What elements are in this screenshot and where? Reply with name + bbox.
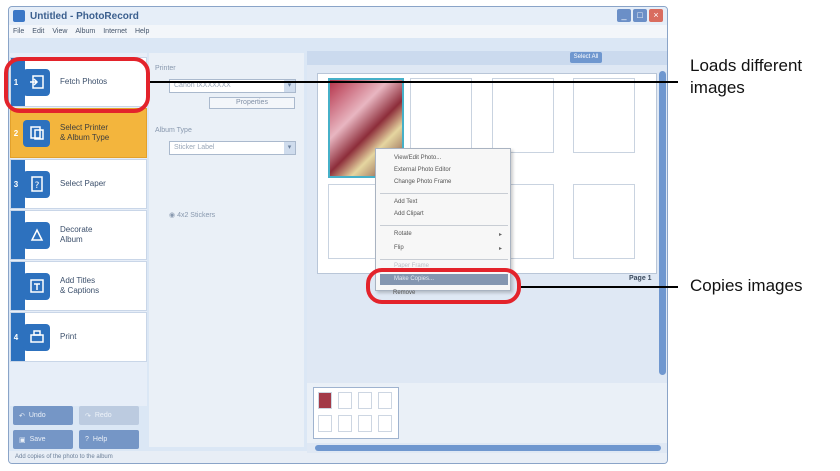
callout-circle-make-copies (366, 268, 521, 304)
ctx-external-photo-editor[interactable]: External Photo Editor (394, 167, 451, 173)
titles-icon (23, 272, 50, 300)
step-label: Add Titles & Captions (60, 276, 100, 295)
album-type-label: Album Type (155, 127, 192, 134)
mini-cell (338, 415, 352, 432)
vertical-scrollbar[interactable] (657, 65, 667, 383)
ctx-flip[interactable]: Flip (394, 245, 404, 251)
save-icon: ▣ (19, 436, 26, 444)
undo-button[interactable]: ↶ Undo (13, 406, 73, 425)
menu-internet[interactable]: Internet (103, 28, 127, 35)
ctx-view-edit-photo[interactable]: View/Edit Photo... (394, 155, 441, 161)
undo-label: Undo (28, 412, 46, 419)
page-toolbar: Select All (307, 51, 667, 65)
svg-text:?: ? (34, 181, 39, 191)
photo-slot[interactable] (573, 184, 635, 259)
photo-slot[interactable] (410, 78, 472, 153)
mini-cell (338, 392, 352, 409)
menu-help[interactable]: Help (135, 28, 149, 35)
photo-slot[interactable] (573, 78, 635, 153)
step-label: Select Printer & Album Type (60, 123, 110, 142)
photo-slot[interactable] (492, 78, 554, 153)
menu-separator (380, 259, 508, 260)
window-controls: _ □ × (617, 9, 663, 22)
mini-cell (378, 415, 392, 432)
help-label: Help (92, 436, 108, 443)
menu-separator (380, 225, 508, 226)
menu-edit[interactable]: Edit (32, 28, 44, 35)
menu-bar: File Edit View Album Internet Help (9, 25, 667, 38)
redo-button[interactable]: ↷ Redo (79, 406, 139, 425)
close-icon[interactable]: × (649, 9, 663, 22)
bottom-buttons: ↶ Undo ↷ Redo ▣ Save ? Help (13, 406, 143, 452)
redo-label: Redo (94, 412, 112, 419)
step-add-titles[interactable]: Add Titles & Captions (10, 261, 147, 311)
step-label: Print (60, 332, 77, 341)
album-type-select[interactable]: Sticker Label ▾ (169, 141, 296, 155)
print-icon (23, 323, 50, 351)
save-button[interactable]: ▣ Save (13, 430, 73, 449)
step-number: 2 (13, 128, 19, 138)
ctx-change-photo-frame[interactable]: Change Photo Frame (394, 179, 451, 185)
properties-button[interactable]: Properties (209, 97, 295, 109)
menu-separator (380, 193, 508, 194)
step-select-paper[interactable]: 3 ? Select Paper (10, 159, 147, 209)
printer-label: Printer (155, 65, 176, 72)
callout-copies-images: Copies images (690, 276, 803, 295)
mini-photo (318, 392, 332, 409)
stickers-option[interactable]: ◉ 4x2 Stickers (169, 211, 215, 219)
ctx-rotate[interactable]: Rotate (394, 231, 412, 237)
help-icon: ? (85, 436, 89, 443)
mini-cell (358, 392, 372, 409)
ctx-add-text[interactable]: Add Text (394, 199, 417, 205)
title-bar: Untitled - PhotoRecord _ □ × (9, 7, 667, 25)
horizontal-scrollbar[interactable] (307, 443, 667, 453)
scroll-thumb[interactable] (659, 71, 666, 375)
callout-line-bottom (521, 286, 678, 288)
printer-value: Canon iXXXXXXX (174, 82, 231, 89)
submenu-arrow-icon: ▸ (498, 246, 502, 252)
step-number: 4 (13, 332, 19, 342)
step-number: 3 (13, 179, 19, 189)
paper-icon: ? (23, 170, 50, 198)
undo-icon: ↶ (19, 412, 25, 420)
callout-circle-fetch (4, 57, 150, 113)
decorate-icon (23, 221, 50, 249)
maximize-icon[interactable]: □ (633, 9, 647, 22)
ctx-add-clipart[interactable]: Add Clipart (394, 211, 424, 217)
chevron-down-icon: ▾ (284, 142, 295, 154)
album-type-value: Sticker Label (174, 144, 215, 151)
submenu-arrow-icon: ▸ (498, 232, 502, 238)
page-label: Page 1 (629, 275, 652, 282)
menu-album[interactable]: Album (75, 28, 95, 35)
stickers-option-label: 4x2 Stickers (177, 212, 216, 219)
page-thumbnail[interactable] (313, 387, 399, 439)
save-label: Save (29, 436, 46, 443)
step-select-printer[interactable]: 2 Select Printer & Album Type (10, 108, 147, 158)
select-all-button[interactable]: Select All (570, 52, 602, 63)
help-button[interactable]: ? Help (79, 430, 139, 449)
mini-cell (318, 415, 332, 432)
options-panel: Printer Canon iXXXXXXX ▾ Properties Albu… (149, 53, 304, 447)
callout-line-top (150, 81, 678, 83)
step-decorate-album[interactable]: Decorate Album (10, 210, 147, 260)
menu-view[interactable]: View (52, 28, 67, 35)
app-icon (13, 10, 25, 22)
step-label: Select Paper (60, 179, 106, 188)
redo-icon: ↷ (85, 412, 91, 420)
mini-cell (378, 392, 392, 409)
scroll-thumb[interactable] (315, 445, 661, 451)
step-label: Decorate Album (60, 225, 93, 244)
window-title: Untitled - PhotoRecord (30, 10, 139, 22)
callout-loads-images: Loads different images (690, 56, 803, 97)
step-print[interactable]: 4 Print (10, 312, 147, 362)
thumbnail-strip (307, 383, 667, 443)
mini-cell (358, 415, 372, 432)
menu-file[interactable]: File (13, 28, 24, 35)
minimize-icon[interactable]: _ (617, 9, 631, 22)
printer-icon (23, 119, 50, 147)
